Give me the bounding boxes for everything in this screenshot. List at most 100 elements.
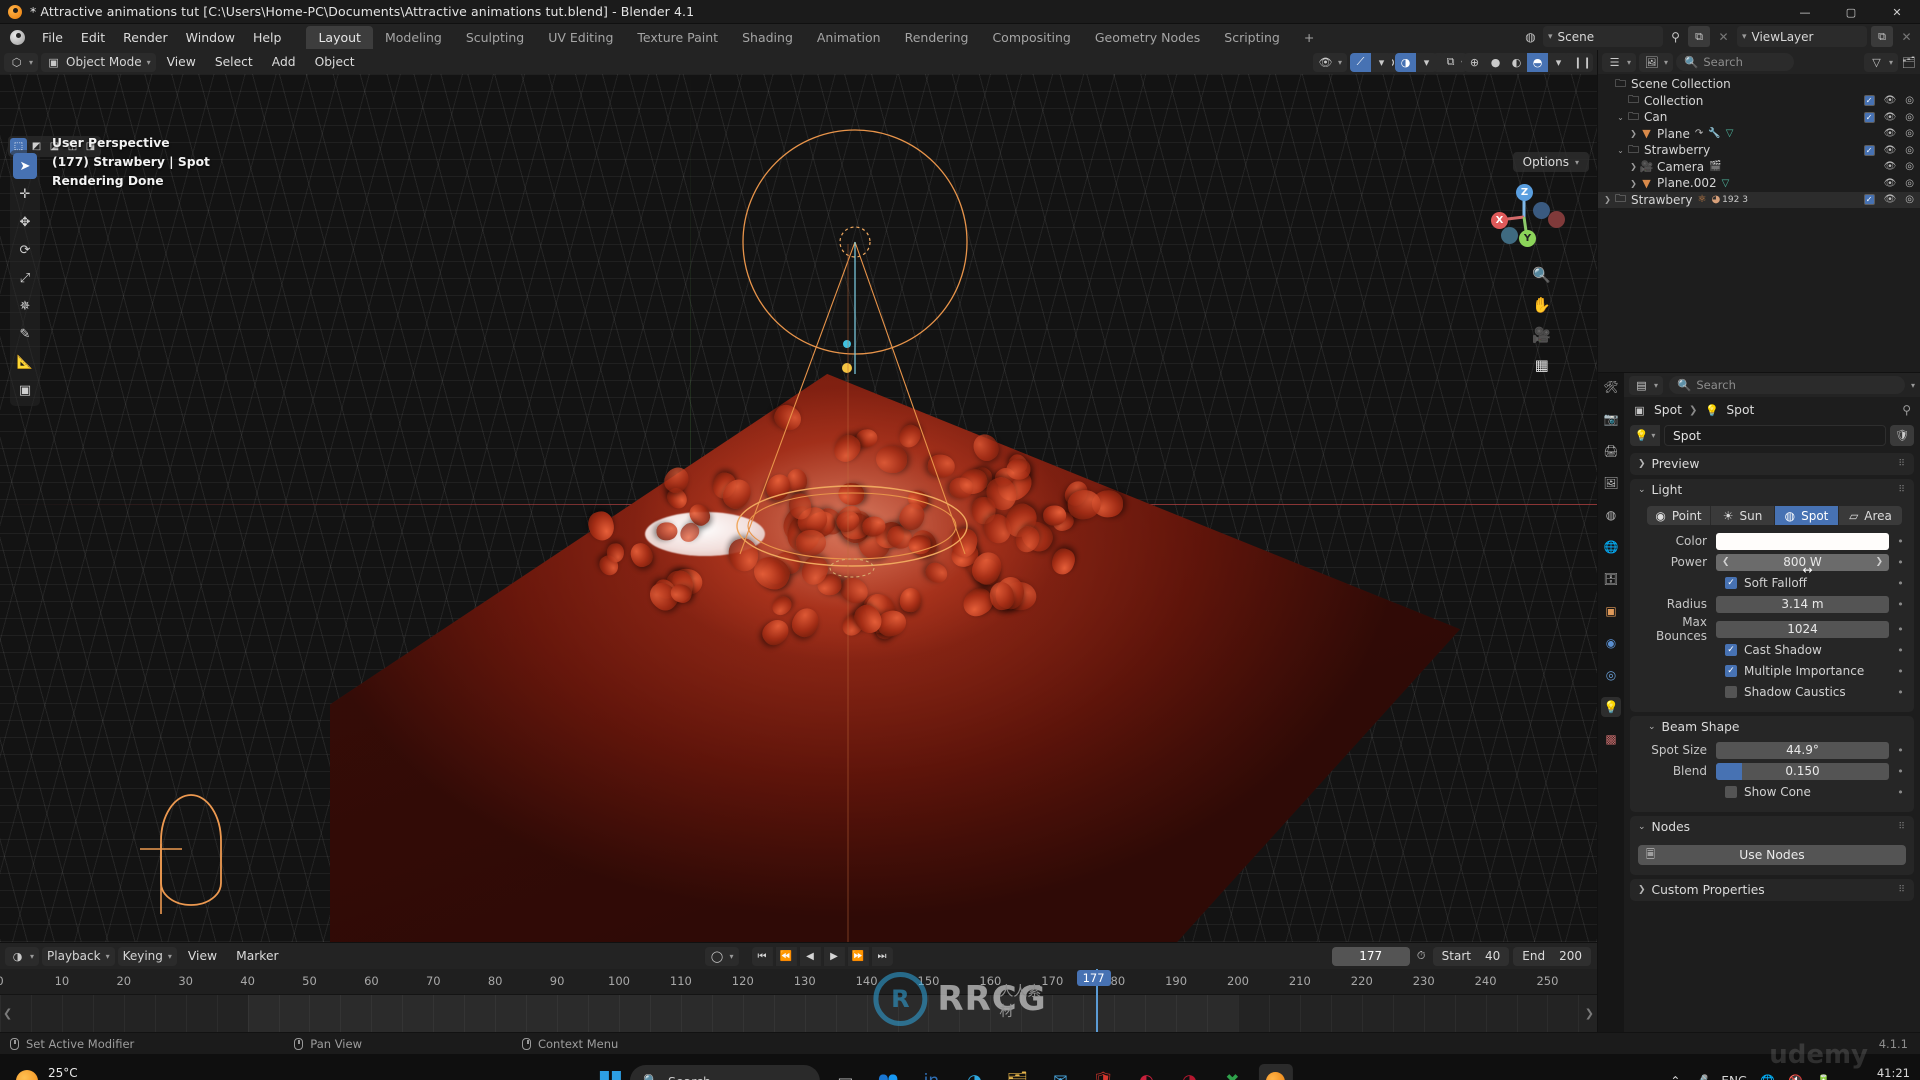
tab-view-layer[interactable]: 🖼 (1601, 473, 1621, 493)
new-scene-button[interactable]: ⧉ (1688, 26, 1710, 47)
scene-name-field[interactable]: ▾ Scene (1543, 26, 1663, 47)
tab-object[interactable]: ▣ (1601, 601, 1621, 621)
disclosure-triangle-icon[interactable]: ❯ (1628, 162, 1639, 171)
menu-help[interactable]: Help (244, 27, 291, 48)
visibility-selector[interactable]: 👁 ▾ (1312, 52, 1347, 72)
annotate-tool-icon[interactable]: ✎ (13, 321, 37, 347)
scene-browse-icon[interactable]: ◍ (1522, 28, 1539, 45)
windows-start-icon[interactable] (599, 1070, 621, 1080)
scale-tool-icon[interactable]: ⤢ (13, 265, 37, 291)
zoom-icon[interactable]: 🔍 (1532, 266, 1551, 284)
light-type-sun[interactable]: ☀ Sun (1711, 506, 1775, 525)
pin-scene-icon[interactable]: ⚲ (1667, 28, 1684, 45)
modifier-icon[interactable]: 🔧 (1708, 128, 1720, 139)
tab-texture[interactable]: ▩ (1601, 729, 1621, 749)
minimize-button[interactable]: — (1782, 0, 1828, 24)
timeline-menu-marker[interactable]: Marker (228, 947, 287, 965)
pause-render-button[interactable]: ❙❙ (1572, 53, 1593, 72)
light-type-point[interactable]: ◉ Point (1647, 506, 1711, 525)
frame-start-field[interactable]: Start 40 (1432, 946, 1510, 966)
material-preview-shading-button[interactable]: ◐ (1506, 53, 1527, 72)
tab-uv-editing[interactable]: UV Editing (536, 26, 625, 49)
blender-taskbar-icon[interactable] (1258, 1064, 1293, 1080)
decrease-arrow-icon[interactable]: ❮ (1722, 557, 1730, 567)
taskview-icon[interactable]: ▭ (828, 1064, 862, 1080)
disable-in-renders-camera-icon[interactable]: ◎ (1905, 194, 1914, 205)
network-icon[interactable]: 🌐 (1760, 1074, 1775, 1080)
disclosure-triangle-icon[interactable]: ⌄ (1615, 146, 1626, 155)
viewport-menu-view[interactable]: View (159, 53, 204, 71)
hide-in-viewport-eye-icon[interactable]: 👁 (1884, 178, 1897, 189)
animation-icon[interactable]: ↷ (1695, 128, 1703, 139)
navigation-gizmo[interactable]: Z X Y (1489, 182, 1565, 252)
disclosure-triangle-icon[interactable]: ❯ (1628, 179, 1639, 188)
keying-menu[interactable]: Keying ▾ (117, 946, 177, 966)
exclude-checkbox[interactable]: ✓ (1863, 111, 1875, 123)
fake-user-button[interactable]: 🛡 (1890, 425, 1914, 446)
disable-in-renders-camera-icon[interactable]: ◎ (1905, 161, 1914, 172)
outliner-row-strawberry[interactable]: ⌄ 🗀 Strawberry ✓ 👁 ◎ (1598, 142, 1920, 159)
outliner-row-strawbery[interactable]: ❯ 🗀 Strawbery ⚛ ◕ 192 3 ✓ 👁 ◎ (1598, 191, 1920, 208)
add-workspace-button[interactable]: + (1292, 26, 1326, 49)
wireframe-shading-button[interactable]: ⊕ (1464, 53, 1485, 72)
weather-widget[interactable]: 25°C Słonecznie (0, 1065, 113, 1080)
tab-compositing[interactable]: Compositing (980, 26, 1082, 49)
viewport-menu-object[interactable]: Object (307, 53, 363, 71)
animate-property-icon[interactable]: • (1895, 744, 1906, 757)
outliner-display-mode-selector[interactable]: 🖼 ▾ (1639, 52, 1674, 72)
toggle-xray-button[interactable]: ⧉ (1440, 53, 1461, 72)
move-tool-icon[interactable]: ✥ (13, 209, 37, 235)
tab-modifiers[interactable]: ◉ (1601, 633, 1621, 653)
outliner-search-input[interactable]: 🔍 Search (1676, 53, 1795, 71)
blend-slider[interactable]: 0.150 (1716, 762, 1889, 780)
current-frame-field[interactable]: 177 (1331, 946, 1410, 966)
show-hidden-icons-chevron-up-icon[interactable]: ⌃ (1670, 1074, 1680, 1080)
timeline-scroll-left-icon[interactable]: ❮ (3, 1007, 12, 1020)
exclude-checkbox[interactable]: ✓ (1863, 144, 1875, 156)
timeline-editor-type-selector[interactable]: ◑ ▾ (5, 946, 40, 966)
outliner-filter-button[interactable]: ▽ ▾ (1863, 52, 1898, 72)
use-preview-range-icon[interactable]: ⏱ (1414, 949, 1429, 964)
datablock-name-input[interactable]: Spot (1664, 425, 1886, 446)
jump-to-prev-keyframe-button[interactable]: ⏪ (775, 946, 797, 966)
outliner-row-camera[interactable]: ❯ 🎥 Camera 🎬 👁 ◎ (1598, 159, 1920, 176)
animate-property-icon[interactable]: • (1895, 535, 1906, 548)
panel-preview-header[interactable]: ❯ Preview ⠿ (1630, 453, 1914, 475)
editor-type-selector[interactable]: ⬡ ▾ (4, 52, 39, 72)
exclude-checkbox[interactable]: ✓ (1863, 194, 1875, 206)
hide-in-viewport-eye-icon[interactable]: 👁 (1884, 194, 1897, 205)
properties-editor-type-selector[interactable]: ▤ ▾ (1629, 375, 1664, 395)
solid-shading-button[interactable]: ● (1485, 53, 1506, 72)
animate-property-icon[interactable]: • (1895, 623, 1906, 636)
xbox-icon[interactable]: ✖ (1215, 1064, 1249, 1080)
show-cone-checkbox[interactable] (1725, 786, 1737, 798)
disclosure-triangle-icon[interactable]: ⌄ (1615, 113, 1626, 122)
transform-tool-icon[interactable]: ✵ (13, 293, 37, 319)
outliner-tree[interactable]: 🗀 Scene Collection 🗀 Collection ✓ 👁 ◎ ⌄ 🗀 Can ✓ 👁 ◎ ❯… (1598, 74, 1920, 372)
camera-view-icon[interactable]: 🎥 (1532, 326, 1551, 344)
remove-viewlayer-button[interactable]: ✕ (1897, 26, 1916, 47)
show-overlays-toggle[interactable]: ◑ (1395, 52, 1416, 72)
add-cube-tool-icon[interactable]: ▣ (13, 377, 37, 403)
multiple-importance-checkbox[interactable]: ✓ (1725, 665, 1737, 677)
menu-render[interactable]: Render (114, 27, 177, 48)
viewport-menu-add[interactable]: Add (264, 53, 304, 71)
animate-property-icon[interactable]: • (1895, 644, 1906, 657)
animate-property-icon[interactable]: • (1895, 556, 1906, 569)
blender-menu-icon[interactable] (10, 29, 25, 45)
edge-icon[interactable]: ◕ (957, 1064, 991, 1080)
panel-light-header[interactable]: ⌄ Light ⠿ (1630, 479, 1914, 501)
material-icon[interactable]: ◕ (1711, 194, 1720, 205)
tab-sculpting[interactable]: Sculpting (454, 26, 536, 49)
play-button[interactable]: ▶ (823, 946, 845, 966)
exclude-checkbox[interactable]: ✓ (1863, 95, 1875, 107)
language-indicator[interactable]: ENG (1721, 1074, 1747, 1080)
jump-to-end-button[interactable]: ⏭ (871, 946, 893, 966)
teams-icon[interactable]: 👥 (871, 1064, 905, 1080)
tab-scene[interactable]: ◍ (1601, 505, 1621, 525)
maximize-button[interactable]: ▢ (1828, 0, 1874, 24)
opera-gx-icon[interactable]: ◑ (1172, 1064, 1206, 1080)
cursor-tool-icon[interactable]: ✛ (13, 181, 37, 207)
close-button[interactable]: ✕ (1874, 0, 1920, 24)
light-type-area[interactable]: ▱ Area (1839, 506, 1902, 525)
